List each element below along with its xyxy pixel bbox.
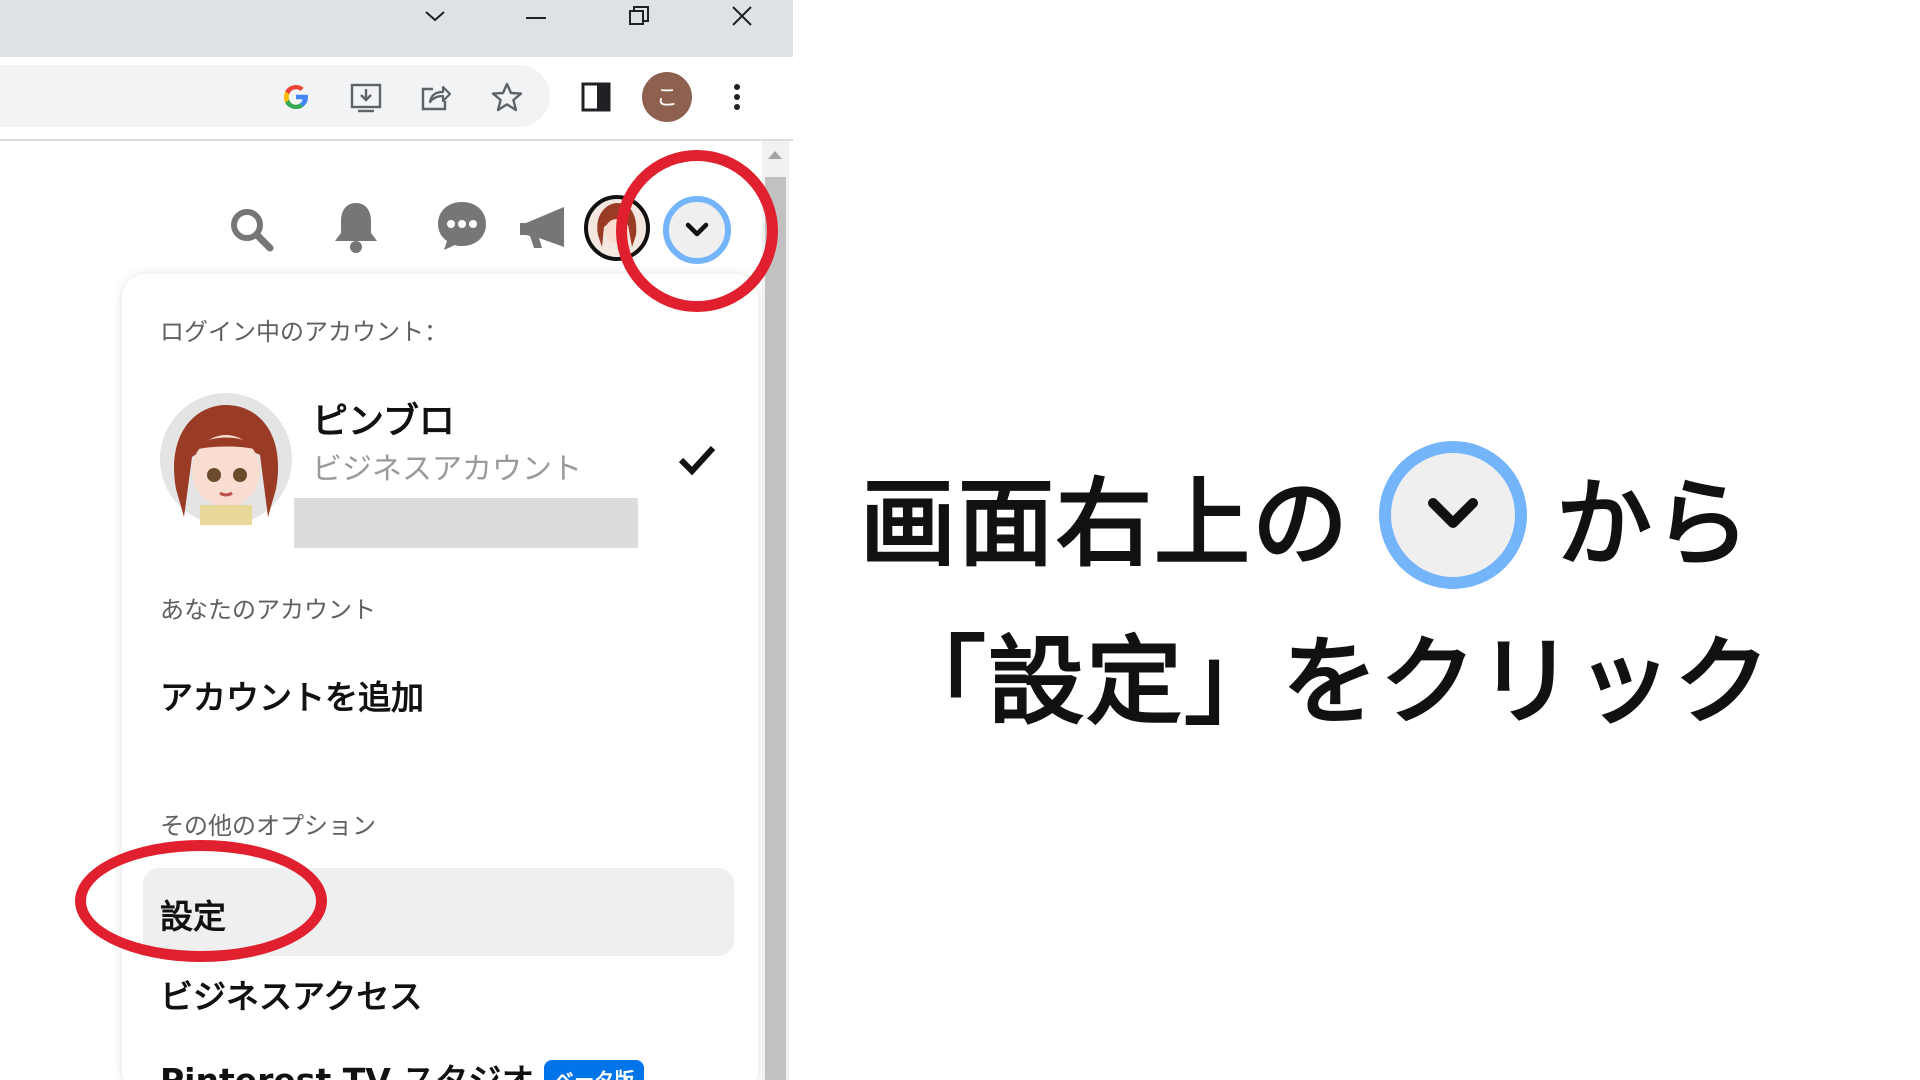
caption-line-2: 「設定」をクリック [890, 626, 1772, 738]
redacted-block [294, 498, 638, 548]
profile-avatar[interactable]: こ [642, 72, 692, 122]
bell-icon[interactable] [330, 198, 382, 256]
messages-icon[interactable] [434, 198, 490, 254]
share-icon[interactable] [418, 79, 454, 115]
logged-in-label: ログイン中のアカウント： [160, 318, 448, 346]
browser-screenshot: こ ログイン中のアカウント： ピンブロ ビジネスアカウント あなたのアカウント … [0, 0, 793, 1080]
megaphone-icon[interactable] [516, 205, 568, 251]
google-icon[interactable] [278, 79, 314, 115]
avatar[interactable] [584, 195, 650, 261]
pinterest-tv-label: Pinterest TV スタジオ [160, 1054, 534, 1080]
your-accounts-label: あなたのアカウント [160, 596, 376, 624]
business-access-item[interactable]: ビジネスアクセス [160, 970, 422, 1018]
scrollbar[interactable] [762, 141, 789, 1080]
tab-search-icon[interactable] [415, 0, 455, 32]
install-icon[interactable] [348, 79, 384, 115]
caption-line-1-before: 画面右上の [860, 467, 1350, 580]
title-bar [0, 0, 793, 57]
scroll-up-arrow-icon[interactable] [768, 151, 782, 159]
pinterest-tv-item[interactable]: Pinterest TV スタジオ ベータ版 [160, 1054, 645, 1080]
account-avatar[interactable] [160, 393, 292, 525]
account-dropdown-icon [1378, 440, 1528, 590]
restore-icon[interactable] [619, 0, 659, 32]
account-name: ピンブロ [312, 401, 455, 442]
settings-label: 設定 [160, 897, 226, 936]
account-dropdown-icon[interactable] [662, 195, 732, 265]
account-type: ビジネスアカウント [312, 452, 582, 487]
check-icon [677, 439, 717, 479]
instruction-caption: 画面右上の から 「設定」をクリック [860, 440, 1900, 743]
caption-line-1-after: から [1556, 467, 1752, 580]
bookmark-star-icon[interactable] [489, 79, 525, 115]
search-icon[interactable] [225, 203, 277, 255]
beta-badge: ベータ版 [544, 1059, 645, 1080]
account-menu: ログイン中のアカウント： ピンブロ ビジネスアカウント あなたのアカウント アカ… [122, 274, 758, 1080]
close-icon[interactable] [722, 0, 762, 32]
minimize-icon[interactable] [516, 0, 556, 32]
settings-item[interactable]: 設定 [143, 868, 734, 956]
profile-initial: こ [656, 86, 678, 111]
side-panel-icon[interactable] [578, 79, 614, 115]
add-account-item[interactable]: アカウントを追加 [160, 671, 424, 719]
more-icon[interactable] [719, 79, 755, 115]
scrollbar-thumb[interactable] [765, 177, 786, 1080]
caption-line-1: 画面右上の から [860, 440, 1900, 590]
other-options-label: その他のオプション [160, 812, 376, 840]
browser-toolbar: こ [0, 57, 793, 141]
address-bar[interactable] [0, 65, 550, 127]
